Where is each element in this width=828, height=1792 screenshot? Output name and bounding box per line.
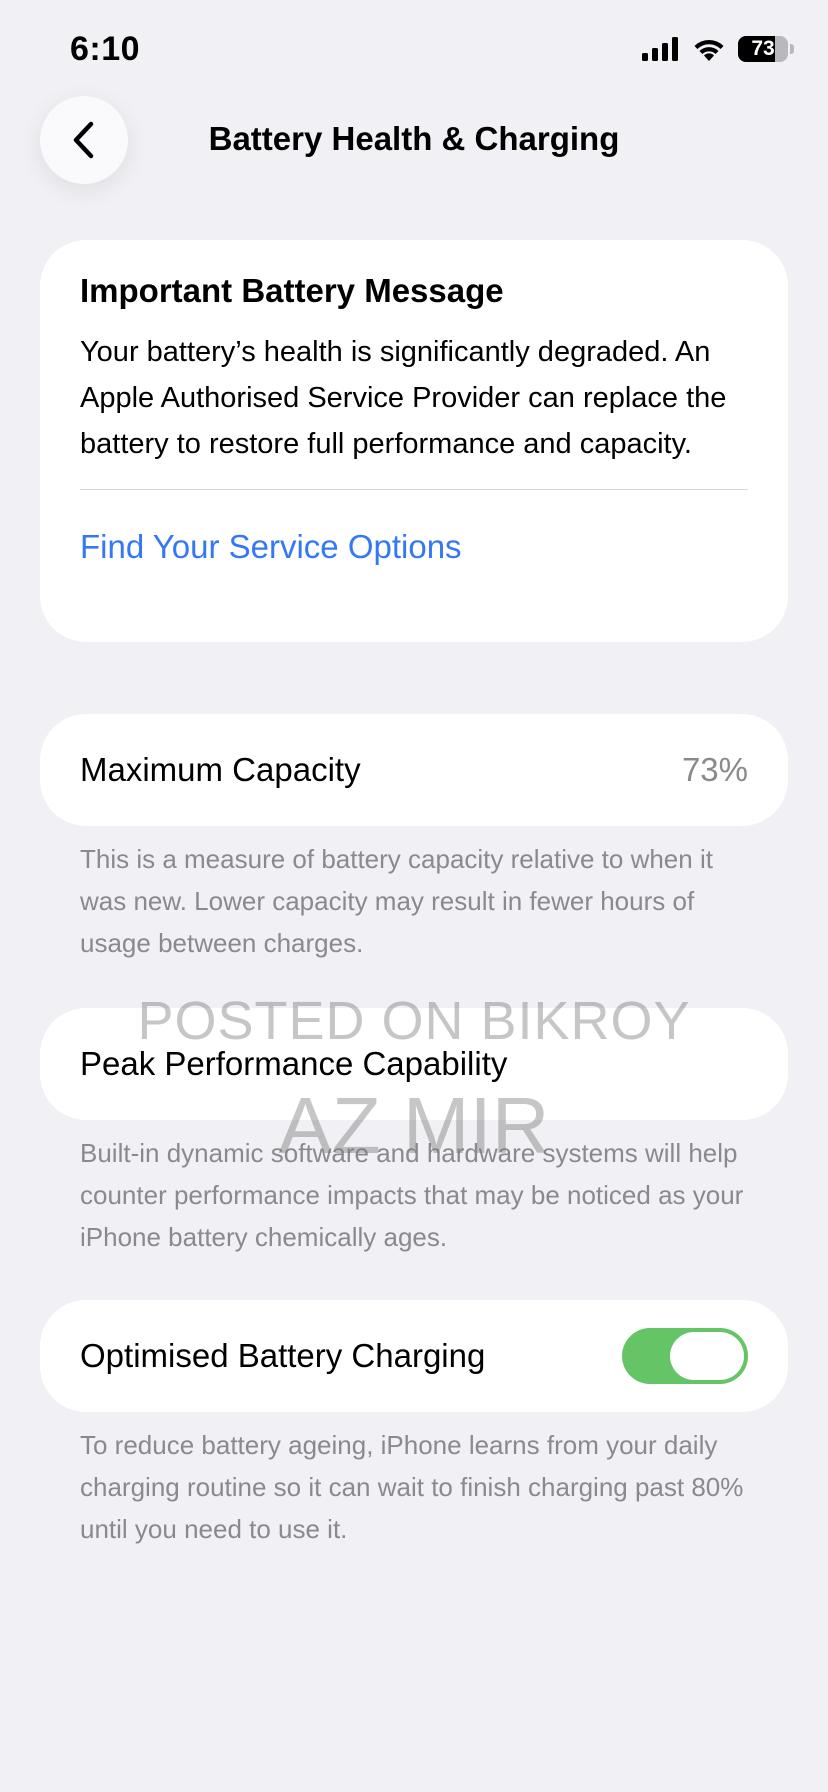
peak-performance-footnote: Built-in dynamic software and hardware s… (80, 1138, 744, 1252)
message-title: Important Battery Message (80, 272, 504, 309)
find-service-options-link[interactable]: Find Your Service Options (80, 528, 748, 566)
maximum-capacity-value: 73% (681, 751, 748, 788)
battery-health-screen: 6:10 73 Battery Health & Charging Import… (0, 0, 828, 1792)
maximum-capacity-footnote: This is a measure of battery capacity re… (80, 844, 713, 958)
toggle-knob (670, 1332, 744, 1380)
peak-performance-row: Peak Performance Capability (40, 1008, 788, 1120)
battery-nub (790, 44, 794, 54)
wifi-icon (694, 39, 724, 61)
message-body: Your battery’s health is significantly d… (80, 335, 727, 460)
cellular-signal-icon (642, 37, 678, 61)
status-time: 6:10 (70, 30, 141, 68)
optimised-charging-row: Optimised Battery Charging (40, 1300, 788, 1412)
battery-level: 73 (751, 37, 775, 60)
status-icons: 73 (642, 34, 794, 64)
maximum-capacity-row: Maximum Capacity 73% (40, 714, 788, 826)
optimised-charging-label: Optimised Battery Charging (80, 1337, 486, 1374)
battery-icon: 73 (738, 36, 788, 62)
optimised-charging-footnote: To reduce battery ageing, iPhone learns … (80, 1430, 744, 1544)
peak-performance-label: Peak Performance Capability (80, 1045, 508, 1082)
page-title: Battery Health & Charging (208, 120, 620, 157)
divider (80, 488, 748, 490)
maximum-capacity-label: Maximum Capacity (80, 751, 361, 788)
optimised-charging-toggle[interactable] (622, 1328, 748, 1384)
battery-message-card: Important Battery Message Your battery’s… (40, 240, 788, 642)
